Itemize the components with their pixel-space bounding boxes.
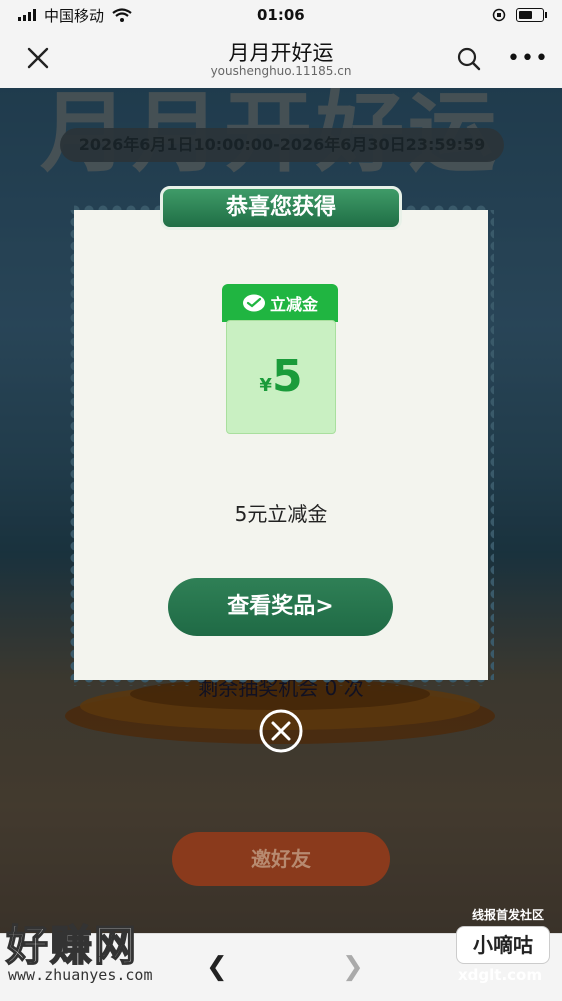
more-icon[interactable]: ••• — [507, 48, 549, 70]
nav-bar: 月月开好运 youshenghuo.11185.cn ••• — [0, 30, 562, 89]
status-bar: 中国移动 01:06 — [0, 0, 562, 30]
coupon-tag: 立减金 — [222, 284, 338, 322]
view-prize-button[interactable]: 查看奖品> — [168, 578, 393, 636]
coupon-amount: ¥5 — [227, 351, 335, 402]
signal-icon — [18, 9, 36, 21]
watermark-badge-url: xdglt.com — [458, 966, 542, 984]
close-modal-icon[interactable] — [258, 708, 304, 754]
amount-value: 5 — [271, 351, 303, 402]
orientation-lock-icon — [492, 8, 506, 22]
coupon-tag-label: 立减金 — [269, 295, 318, 314]
battery-icon — [516, 8, 547, 22]
status-right — [492, 8, 547, 22]
modal-header: 恭喜您获得 — [160, 186, 402, 230]
currency-symbol: ¥ — [259, 375, 272, 396]
invite-friends-button[interactable]: 邀好友 — [172, 832, 390, 886]
watermark-badge: 小嘀咕 — [456, 926, 550, 964]
coupon-card: 立减金 ¥5 — [222, 284, 338, 452]
search-icon[interactable] — [456, 46, 482, 72]
watermark-logo: 好赚网 — [5, 920, 139, 971]
carrier-label: 中国移动 — [44, 6, 105, 25]
back-arrow-icon[interactable]: ❮ — [206, 952, 228, 982]
coupon-body: ¥5 — [226, 320, 336, 434]
community-watermark: 线报首发社区 — [471, 908, 544, 922]
watermark-url: www.zhuanyes.com — [8, 966, 153, 984]
clock: 01:06 — [257, 6, 305, 24]
wifi-icon — [112, 8, 132, 22]
wechat-pay-icon — [242, 294, 265, 312]
prize-name: 5元立减金 — [234, 502, 328, 526]
status-left: 中国移动 — [18, 5, 132, 26]
forward-arrow-icon[interactable]: ❯ — [342, 952, 364, 982]
